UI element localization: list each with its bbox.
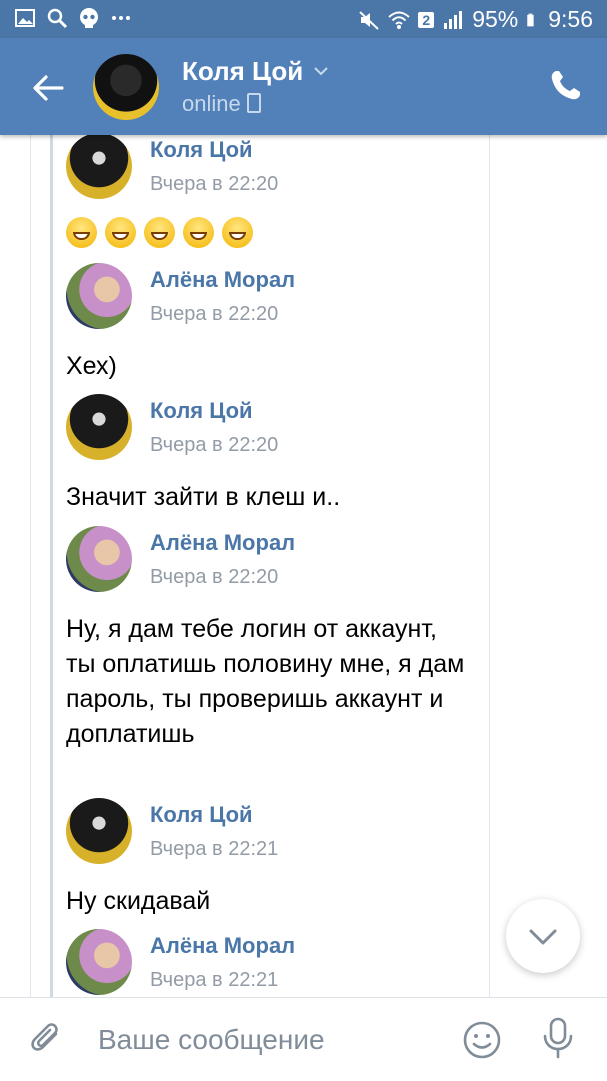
smile-icon[interactable] (462, 1020, 502, 1060)
author-avatar[interactable] (66, 135, 132, 199)
author-avatar[interactable] (66, 798, 132, 864)
message-time: Вчера в 22:20 (150, 303, 279, 325)
chevron-down-icon (529, 929, 557, 945)
chat-header: Коля Цой online (0, 38, 607, 135)
grinning-emoji-icon (222, 217, 253, 248)
arrow-left-icon[interactable] (28, 68, 68, 108)
message-item: Алёна Морал Вчера в 22:20 Хех) (66, 263, 476, 384)
message-time: Вчера в 22:20 (150, 566, 279, 588)
search-icon (47, 8, 68, 29)
author-avatar[interactable] (66, 263, 132, 329)
message-time: Вчера в 22:20 (150, 434, 279, 456)
battery-icon (527, 13, 534, 26)
grinning-emoji-icon (144, 217, 175, 248)
microphone-icon[interactable] (540, 1016, 576, 1060)
author-name[interactable]: Коля Цой (150, 137, 253, 163)
status-bar: 2 95% 9:56 (0, 0, 607, 38)
notification-icons (14, 7, 132, 29)
mute-icon (359, 10, 380, 30)
author-name[interactable]: Алёна Морал (150, 530, 295, 556)
message-text: Значит зайти в клеш и.. (66, 483, 341, 511)
chevron-down-icon[interactable] (312, 62, 330, 80)
author-name[interactable]: Коля Цой (150, 398, 253, 424)
message-item: Коля Цой Вчера в 22:21 Ну скидавай (66, 798, 476, 919)
message-item: Коля Цой Вчера в 22:20 Значит зайти в кл… (66, 394, 476, 515)
author-name[interactable]: Алёна Морал (150, 933, 295, 959)
author-avatar[interactable] (66, 526, 132, 592)
paperclip-icon[interactable] (28, 1020, 66, 1058)
gallery-icon (15, 9, 35, 27)
signal-icon (444, 10, 463, 29)
contact-name[interactable]: Коля Цой (182, 56, 303, 87)
grinning-emoji-icon (105, 217, 136, 248)
contact-avatar[interactable] (93, 54, 159, 120)
clock: 9:56 (548, 6, 593, 32)
message-text: Ну скидавай (66, 887, 211, 915)
phone-icon[interactable] (549, 68, 581, 102)
more-icon (112, 16, 130, 20)
skull-icon (80, 8, 98, 28)
grinning-emoji-icon (66, 217, 97, 248)
contact-status: online (182, 91, 261, 117)
author-name[interactable]: Алёна Морал (150, 267, 295, 293)
mobile-icon (246, 93, 261, 113)
author-avatar[interactable] (66, 929, 132, 995)
battery-percent: 95% (472, 6, 519, 32)
online-status-text: online (182, 91, 241, 116)
sim-badge: 2 (418, 11, 435, 28)
message-text: Хех) (66, 352, 117, 380)
message-item: Алёна Морал Вчера в 22:21 (66, 929, 476, 997)
message-item: Алёна Морал Вчера в 22:20 Ну, я дам тебе… (66, 526, 476, 752)
message-composer (0, 997, 607, 1081)
scroll-to-bottom-button[interactable] (506, 899, 580, 973)
author-avatar[interactable] (66, 394, 132, 460)
grinning-emoji-icon (183, 217, 214, 248)
forwarded-quote-bar (50, 135, 53, 997)
message-input[interactable] (96, 1018, 430, 1062)
message-time: Вчера в 22:20 (150, 173, 279, 195)
message-text: Ну, я дам тебе логин от аккаунт, ты опла… (66, 615, 465, 748)
message-item: Коля Цой Вчера в 22:20 (66, 135, 476, 248)
author-name[interactable]: Коля Цой (150, 802, 253, 828)
message-time: Вчера в 22:21 (150, 969, 279, 991)
wifi-icon (388, 11, 411, 29)
emoji-row (66, 217, 476, 248)
system-indicators: 2 95% 9:56 (358, 6, 593, 33)
message-time: Вчера в 22:21 (150, 838, 279, 860)
message-list[interactable]: Коля Цой Вчера в 22:20 Алёна Морал Вчера… (0, 135, 607, 997)
